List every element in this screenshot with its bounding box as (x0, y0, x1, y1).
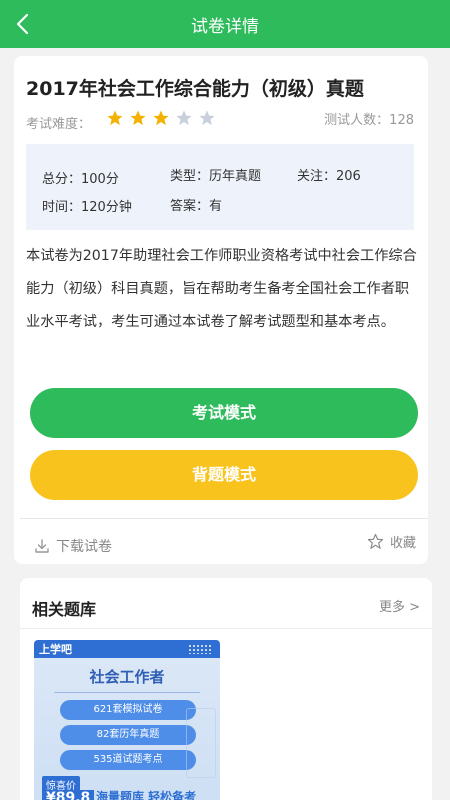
favorite-button[interactable]: 收藏 (367, 532, 416, 551)
star-empty-icon (176, 110, 192, 126)
favorite-label: 收藏 (389, 536, 416, 551)
app-header: 试卷详情 (0, 0, 450, 48)
answer-availability: 答案：有 (170, 199, 223, 214)
divider (20, 518, 428, 519)
feature-pill: 535道试题考点 (60, 750, 196, 770)
divider (20, 628, 432, 629)
book-brand-bar: 上学吧 (34, 640, 220, 658)
feature-pill: 82套历年真题 (60, 725, 196, 745)
page-title: 试卷详情 (191, 17, 259, 37)
star-filled-icon (107, 110, 123, 126)
exam-mode-button[interactable]: 考试模式 (30, 388, 418, 438)
divider (54, 692, 200, 693)
star-filled-icon (153, 110, 169, 126)
star-empty-icon (199, 110, 215, 126)
paper-type: 类型：历年真题 (170, 169, 262, 184)
related-book-cover[interactable]: 上学吧 社会工作者 621套模拟试卷 82套历年真题 535道试题考点 惊喜价 … (34, 640, 220, 800)
dots-decoration (188, 644, 212, 654)
download-icon (35, 539, 49, 553)
memorize-mode-button[interactable]: 背题模式 (30, 450, 418, 500)
book-name: 社会工作者 (89, 668, 165, 686)
book-decoration (186, 708, 216, 778)
price: ¥89.8 (42, 790, 95, 800)
slogan: 海量题库 轻松备考 (96, 790, 197, 800)
paper-info-box: 总分：100分 类型：历年真题 关注：206 时间：120分钟 答案：有 (26, 144, 414, 230)
related-bank-card: 相关题库 更多 > 上学吧 社会工作者 621套模拟试卷 82套历年真题 535… (20, 578, 432, 800)
star-filled-icon (130, 110, 146, 126)
testers-count: 测试人数：128 (324, 113, 414, 128)
star-outline-icon (367, 533, 384, 549)
difficulty-label: 考试难度： (26, 117, 92, 132)
download-button[interactable]: 下载试卷 (34, 536, 112, 556)
download-label: 下载试卷 (56, 539, 112, 555)
related-title: 相关题库 (32, 600, 97, 619)
paper-title: 2017年社会工作综合能力（初级）真题 (26, 78, 364, 100)
exam-time: 时间：120分钟 (42, 200, 132, 215)
more-link[interactable]: 更多 > (379, 596, 420, 615)
total-score: 总分：100分 (42, 172, 119, 187)
paper-description: 本试卷为2017年助理社会工作师职业资格考试中社会工作综合能力（初级）科目真题，… (26, 248, 417, 330)
difficulty-stars (106, 109, 216, 127)
brand-logo: 上学吧 (39, 643, 72, 656)
feature-pill: 621套模拟试卷 (60, 700, 196, 720)
follow-count: 关注：206 (297, 169, 361, 184)
paper-detail-card: 2017年社会工作综合能力（初级）真题 考试难度： 测试人数：128 总分：10… (14, 56, 428, 564)
